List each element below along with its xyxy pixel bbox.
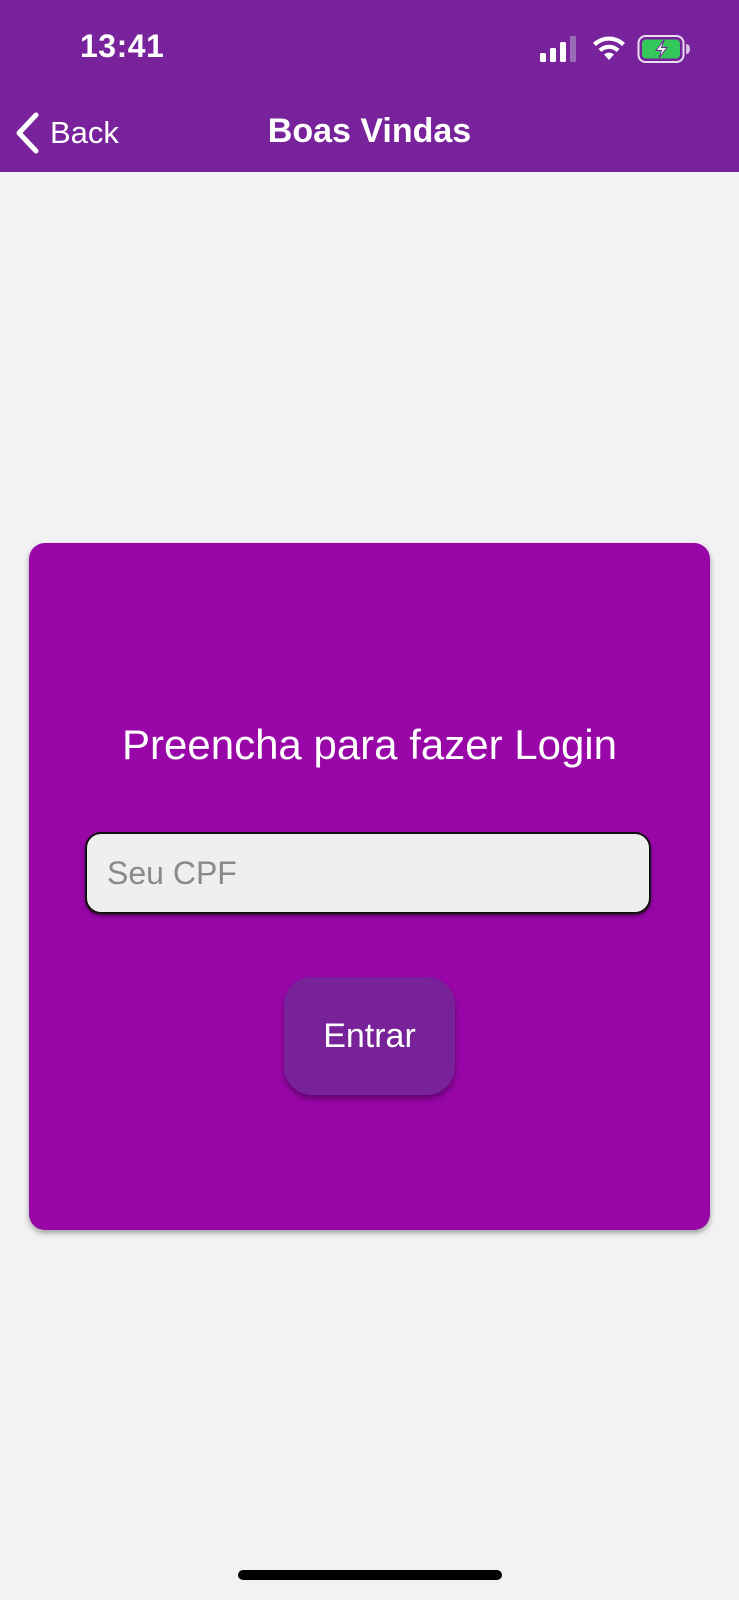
chevron-left-icon [16, 112, 39, 154]
cpf-input[interactable] [85, 832, 651, 914]
enter-button[interactable]: Entrar [284, 977, 455, 1095]
battery-charging-icon [637, 35, 690, 63]
login-card: Preencha para fazer Login Entrar [29, 543, 710, 1230]
back-label: Back [50, 115, 119, 150]
wifi-icon [593, 36, 625, 60]
back-button[interactable]: Back [14, 108, 119, 158]
navigation-bar: Back Boas Vindas [0, 96, 739, 172]
home-indicator[interactable] [238, 1570, 502, 1580]
status-bar: 13:41 [0, 0, 739, 96]
signal-icon [540, 36, 576, 62]
login-heading: Preencha para fazer Login [122, 721, 617, 768]
status-time: 13:41 [80, 28, 165, 64]
